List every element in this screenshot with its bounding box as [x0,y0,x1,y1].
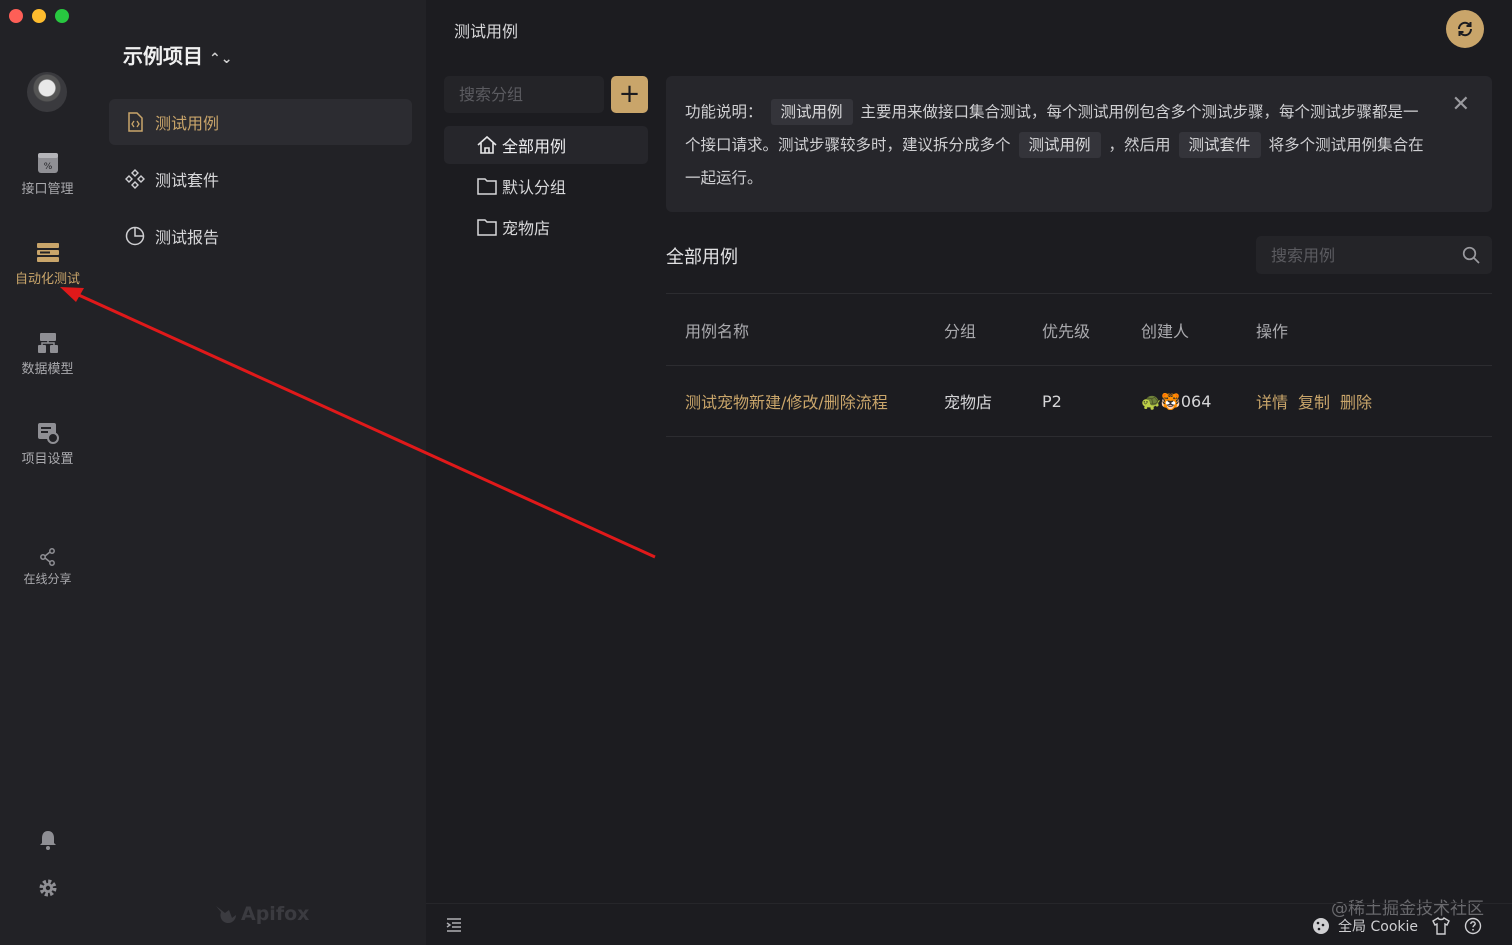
global-cookie-button[interactable]: 全局 Cookie [1312,916,1418,936]
rail-item-data-model[interactable]: 数据模型 [0,332,95,377]
gear-icon [39,879,56,897]
page-title: 测试用例 [454,22,519,41]
delete-link[interactable]: 删除 [1340,389,1372,413]
test-case-table: 用例名称 分组 优先级 创建人 操作 测试宠物新建/修改/删除流程 宠物店 P2… [666,293,1492,437]
feature-description-panel: 功能说明： 测试用例 主要用来做接口集合测试，每个测试用例包含多个测试步骤，每个测试… [666,76,1492,212]
group-item-default[interactable]: 默认分组 [444,167,648,205]
folder-icon [477,178,497,195]
case-search-input[interactable] [1256,236,1446,274]
cookie-label: 全局 Cookie [1338,919,1418,935]
case-priority: P2 [1042,391,1062,411]
case-search [1256,236,1492,274]
table-row[interactable]: 测试宠物新建/修改/删除流程 宠物店 P2 🐢🐯064 详情 复制 删除 [666,365,1492,437]
share-icon [39,548,55,566]
rail-item-automation[interactable]: 自动化测试 [0,242,95,287]
apifox-logo-icon [216,906,236,923]
case-group: 宠物店 [944,393,993,412]
info-prefix: 功能说明： [685,103,763,121]
column-header: 分组 [944,321,977,341]
bell-icon [39,831,56,850]
add-group-button[interactable]: + [611,76,648,113]
close-icon[interactable]: ✕ [1452,88,1470,121]
automation-icon [36,243,59,262]
sidebar-item-label: 测试用例 [155,114,220,133]
sidebar-item-test-cases[interactable]: 测试用例 [109,99,412,145]
sidebar-item-label: 测试报告 [155,228,220,247]
case-name-link[interactable]: 测试宠物新建/修改/删除流程 [666,389,944,413]
close-window-button[interactable] [9,9,23,23]
list-title: 全部用例 [666,247,738,268]
data-model-icon [37,333,58,353]
rail-item-label: 自动化测试 [14,272,80,287]
group-item-all[interactable]: 全部用例 [444,126,648,164]
rail-item-label: 项目设置 [21,452,74,467]
info-tag: 测试套件 [1178,132,1261,158]
rail-item-share[interactable]: 在线分享 [0,548,95,587]
group-item-petstore[interactable]: 宠物店 [444,208,648,246]
avatar[interactable] [27,72,67,112]
group-label: 默认分组 [502,178,567,197]
rail-item-label: 在线分享 [23,572,72,586]
sidebar-item-label: 测试套件 [155,171,220,190]
help-icon[interactable] [1464,917,1482,935]
main-panel: 测试用例 + 全部用例 默认分组 宠物店 功能说明：测试用例主要用来做接口集合测… [426,0,1512,945]
project-selector[interactable]: 示例项目 ⌃⌄ [123,40,232,69]
shirt-icon[interactable] [1432,917,1450,935]
settings-icon [37,423,59,444]
collapse-sidebar-button[interactable] [446,917,462,936]
details-link[interactable]: 详情 [1256,389,1288,413]
group-label: 宠物店 [502,219,551,238]
status-bar: 全局 Cookie [426,903,1512,945]
chevron-up-down-icon: ⌃⌄ [209,51,233,67]
project-name: 示例项目 [123,44,203,68]
api-icon: % [37,153,58,173]
collapse-icon [446,918,461,932]
info-tag: 测试用例 [770,99,853,125]
icon-rail: % 接口管理 自动化测试 数据模型 项目设置 在线分享 [0,0,95,945]
sync-icon [1457,21,1473,37]
case-creator: 🐢🐯064 [1141,391,1212,411]
sync-button[interactable] [1446,10,1484,48]
home-icon [477,135,497,154]
sidebar-item-test-suites[interactable]: 测试套件 [109,156,412,202]
file-code-icon [128,112,143,132]
column-header: 操作 [1256,321,1289,341]
info-tag: 测试用例 [1018,132,1101,158]
svg-text:%: % [43,162,52,172]
search-icon[interactable] [1462,246,1480,264]
group-label: 全部用例 [502,137,567,156]
maximize-window-button[interactable] [55,9,69,23]
table-header: 用例名称 分组 优先级 创建人 操作 [666,293,1492,365]
folder-icon [477,219,497,236]
pie-chart-icon [125,226,145,246]
group-search-input[interactable] [444,76,604,113]
minimize-window-button[interactable] [32,9,46,23]
cookie-icon [1313,918,1330,934]
rail-item-project-settings[interactable]: 项目设置 [0,422,95,467]
settings-button[interactable] [0,878,95,902]
sidebar-item-test-reports[interactable]: 测试报告 [109,213,412,259]
copy-link[interactable]: 复制 [1298,389,1330,413]
secondary-sidebar: 示例项目 ⌃⌄ 测试用例 测试套件 测试报告 Apifox [95,0,426,945]
column-header: 用例名称 [685,321,750,341]
info-text: ，然后用 [1108,136,1171,154]
component-icon [125,169,145,189]
rail-item-label: 接口管理 [21,182,74,197]
column-header: 创建人 [1141,321,1190,341]
notification-button[interactable] [0,830,95,854]
rail-item-api[interactable]: % 接口管理 [0,152,95,197]
window-controls [9,9,69,23]
rail-item-label: 数据模型 [21,362,74,377]
brand-logo: Apifox [215,903,309,925]
column-header: 优先级 [1042,321,1091,341]
brand-name: Apifox [241,903,310,925]
